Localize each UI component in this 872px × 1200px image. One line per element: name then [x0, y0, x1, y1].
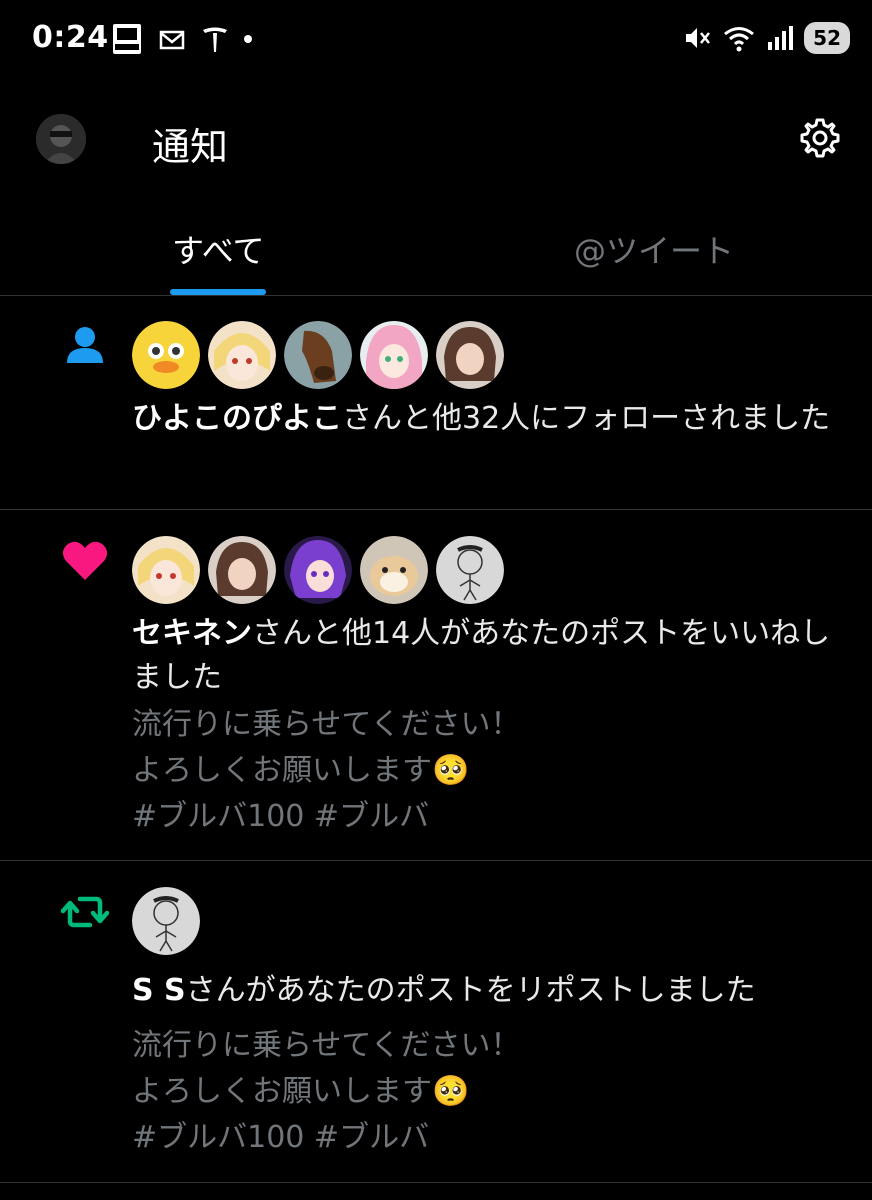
duck-avatar[interactable] [132, 321, 200, 389]
notification-message: S Sさんがあなたのポストをリポストしました [132, 969, 852, 1013]
tab-mentions[interactable]: @ツイート [574, 226, 734, 272]
top-app-bar: 通知 [0, 96, 872, 186]
notification-like[interactable]: セキネンさんと他14人があなたのポストをいいねしました 流行りに乗らせてください… [0, 510, 872, 861]
signal-icon [768, 26, 794, 50]
post-preview-text[interactable]: 流行りに乗らせてください！ よろしくお願いします🥺 #ブルバ100 #ブルバ [132, 1023, 832, 1161]
panasonic-icon [113, 24, 141, 54]
profile-avatar-image [36, 114, 86, 164]
brown-hair-girl-avatar[interactable] [208, 536, 276, 604]
hamster-avatar[interactable] [360, 536, 428, 604]
purple-hair-girl-avatar[interactable] [284, 536, 352, 604]
wifi-icon [724, 27, 755, 52]
actor-name[interactable]: S S [132, 973, 186, 1008]
notification-dot [244, 35, 252, 43]
notification-follow[interactable]: ひよこのぴよこさんと他32人にフォローされました [0, 297, 872, 510]
mail-icon [159, 30, 185, 50]
tesla-icon [203, 27, 227, 52]
status-time: 0:24 [32, 20, 109, 55]
pink-hair-girl-avatar[interactable] [360, 321, 428, 389]
notification-tabs: すべて @ツイート [0, 212, 872, 296]
blonde-girl-avatar[interactable] [132, 536, 200, 604]
horse-avatar[interactable] [284, 321, 352, 389]
status-bar: 0:24 52 [0, 0, 872, 80]
actor-name[interactable]: セキネン [132, 616, 252, 651]
actor-name[interactable]: ひよこのぴよこ [132, 401, 342, 436]
sketch-person-avatar[interactable] [436, 536, 504, 604]
tab-active-indicator [170, 289, 266, 295]
follower-avatars [132, 321, 504, 389]
battery-indicator: 52 [804, 22, 850, 54]
blonde-girl-avatar[interactable] [208, 321, 276, 389]
brown-hair-girl-avatar[interactable] [436, 321, 504, 389]
notification-message: セキネンさんと他14人があなたのポストをいいねしました [132, 612, 852, 700]
person-icon [67, 327, 103, 363]
profile-avatar-button[interactable] [36, 114, 86, 164]
sketch-person-avatar[interactable] [132, 887, 200, 955]
status-left-icons [110, 22, 252, 56]
page-title: 通知 [152, 125, 229, 169]
post-preview-text[interactable]: 流行りに乗らせてください！ よろしくお願いします🥺 #ブルバ100 #ブルバ [132, 702, 832, 840]
message-text: さんがあなたのポストをリポストしました [185, 973, 756, 1008]
tab-all[interactable]: すべて [172, 226, 264, 272]
gear-icon[interactable] [796, 114, 844, 162]
notification-message: ひよこのぴよこさんと他32人にフォローされました [132, 397, 852, 441]
status-right-icons: 52 [682, 22, 850, 54]
liker-avatars [132, 536, 504, 604]
repost-icon [60, 896, 110, 928]
notification-repost[interactable]: S Sさんがあなたのポストをリポストしました 流行りに乗らせてください！ よろし… [0, 861, 872, 1183]
mute-icon [686, 28, 711, 48]
message-text: さんと他32人にフォローされました [342, 401, 831, 436]
reposter-avatars [132, 887, 200, 955]
heart-icon [62, 541, 108, 580]
